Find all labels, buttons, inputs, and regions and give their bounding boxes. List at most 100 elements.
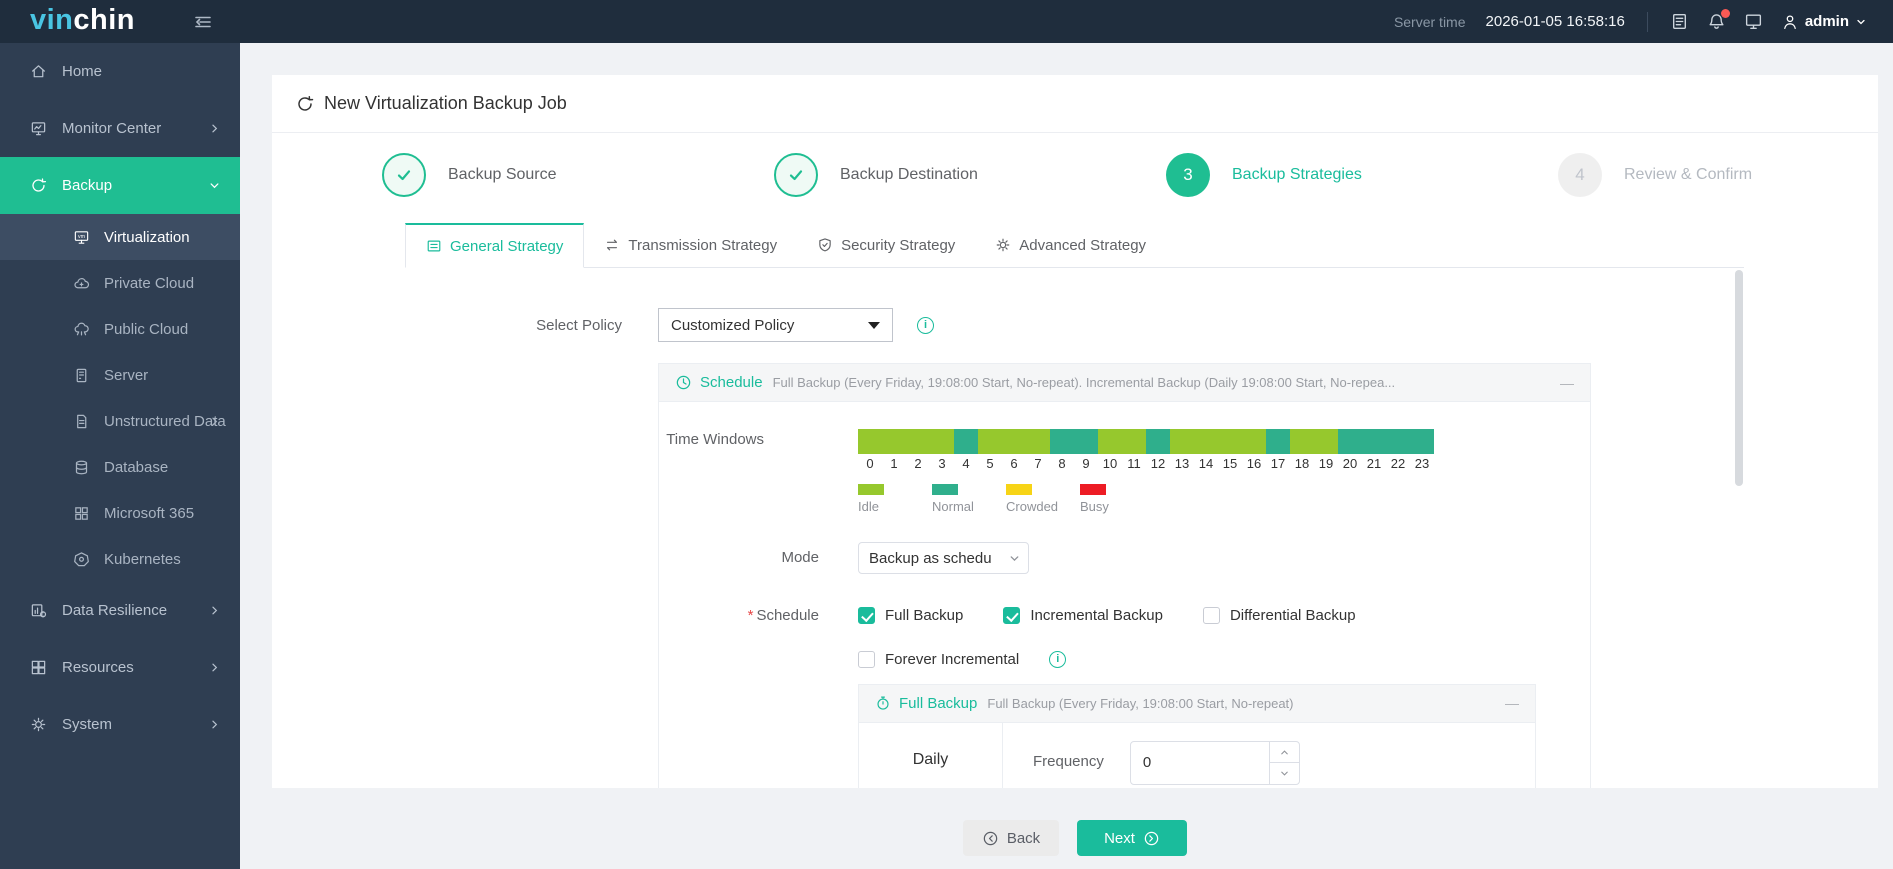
schedule-panel-title[interactable]: Schedule <box>700 374 763 391</box>
time-window-cell-11[interactable] <box>1122 429 1146 454</box>
number-spinner <box>1268 741 1299 784</box>
refresh-icon[interactable] <box>296 95 314 113</box>
sidebar-item-kubernetes[interactable]: Kubernetes <box>0 536 240 582</box>
page-title: New Virtualization Backup Job <box>324 93 567 113</box>
spinner-up-icon[interactable] <box>1269 742 1299 764</box>
sidebar-item-backup[interactable]: Backup <box>0 157 240 214</box>
checkbox-differential-backup[interactable] <box>1202 607 1220 625</box>
report-icon[interactable] <box>1670 12 1689 31</box>
collapse-panel-button[interactable]: — <box>1495 695 1519 711</box>
time-windows-control: 0 1 2 3 4 5 6 7 8 9 10 11 12 13 14 15 16 17 18 19 20 21 22 23 I… <box>858 429 1434 514</box>
time-window-cell-16[interactable] <box>1242 429 1266 454</box>
time-window-cell-13[interactable] <box>1170 429 1194 454</box>
step-number: 3 <box>1166 153 1210 197</box>
sidebar-item-home[interactable]: Home <box>0 43 240 100</box>
hour-tick-label: 8 <box>1058 456 1066 471</box>
time-window-cell-5[interactable] <box>978 429 1002 454</box>
hour-tick-label: 14 <box>1198 456 1214 471</box>
sidebar-item-database[interactable]: Database <box>0 444 240 490</box>
time-window-cell-17[interactable] <box>1266 429 1290 454</box>
scrollbar-thumb[interactable] <box>1735 270 1743 486</box>
checkbox-forever-incremental[interactable] <box>858 650 875 668</box>
strategy-form-scroll-area: Select Policy Customized Policy i Schedu… <box>405 268 1744 788</box>
display-icon[interactable] <box>1744 12 1763 31</box>
sidebar-item-server[interactable]: Server <box>0 352 240 398</box>
time-window-cell-1[interactable] <box>882 429 906 454</box>
time-window-cell-14[interactable] <box>1194 429 1218 454</box>
sidebar-item-monitor-center[interactable]: Monitor Center <box>0 100 240 157</box>
select-policy-dropdown[interactable]: Customized Policy <box>658 308 893 342</box>
option-forever-incremental[interactable]: Forever Incremental <box>858 650 1019 668</box>
hour-tick-label: 6 <box>1010 456 1018 471</box>
sidebar-item-label: Home <box>62 63 103 80</box>
time-window-cell-0[interactable] <box>858 429 882 454</box>
sidebar-item-public-cloud[interactable]: Public Cloud <box>0 306 240 352</box>
time-window-cell-12[interactable] <box>1146 429 1170 454</box>
frequency-value: 0 <box>1142 754 1152 772</box>
collapse-panel-button[interactable]: — <box>1550 375 1574 391</box>
frequency-label: Frequency <box>1033 752 1104 770</box>
option-differential-backup[interactable]: Differential Backup <box>1202 607 1356 625</box>
time-windows-row: Time Windows 0 1 2 3 4 5 6 7 8 9 10 11 12 13 14 15 16 17 1… <box>659 429 1590 514</box>
time-window-cell-2[interactable] <box>906 429 930 454</box>
full-backup-panel-body: Daily Frequency 0 <box>859 722 1535 788</box>
hour-tick-label: 5 <box>986 456 994 471</box>
spinner-down-icon[interactable] <box>1270 763 1299 784</box>
server-icon <box>73 367 90 384</box>
time-window-cell-18[interactable] <box>1290 429 1314 454</box>
sidebar-item-data-resilience[interactable]: Data Resilience <box>0 582 240 639</box>
sidebar-item-label: Virtualization <box>104 228 190 246</box>
sidebar-item-resources[interactable]: Resources <box>0 639 240 696</box>
sidebar-item-virtualization[interactable]: vm Virtualization <box>0 214 240 260</box>
frequency-input[interactable]: 0 <box>1129 740 1300 785</box>
time-window-cell-8[interactable] <box>1050 429 1074 454</box>
time-window-cell-4[interactable] <box>954 429 978 454</box>
user-menu[interactable]: admin <box>1781 13 1867 31</box>
option-incremental-backup[interactable]: Incremental Backup <box>1003 607 1163 625</box>
info-icon[interactable]: i <box>917 316 934 334</box>
public-cloud-icon <box>73 321 90 338</box>
checkbox-full-backup[interactable] <box>858 607 875 625</box>
time-window-cell-3[interactable] <box>930 429 954 454</box>
time-window-cell-21[interactable] <box>1362 429 1386 454</box>
sidebar-item-microsoft-365[interactable]: Microsoft 365 <box>0 490 240 536</box>
time-window-cell-22[interactable] <box>1386 429 1410 454</box>
resources-icon <box>30 659 47 676</box>
time-window-cell-7[interactable] <box>1026 429 1050 454</box>
legend-label: Normal <box>932 499 974 514</box>
time-window-cell-10[interactable] <box>1098 429 1122 454</box>
tab-security-strategy[interactable]: Security Strategy <box>797 223 975 267</box>
hour-tick-label: 4 <box>962 456 970 471</box>
sidebar-item-label: Resources <box>62 659 134 676</box>
time-window-cell-15[interactable] <box>1218 429 1242 454</box>
mode-select[interactable]: Backup as schedu <box>858 542 1029 574</box>
topbar: vinchin Server time 2026-01-05 16:58:16 … <box>0 0 1893 43</box>
step-backup-source: Backup Source <box>382 153 774 197</box>
tab-general-strategy[interactable]: General Strategy <box>405 223 585 268</box>
time-window-cell-20[interactable] <box>1338 429 1362 454</box>
chevron-right-icon <box>209 123 220 134</box>
time-window-cell-9[interactable] <box>1074 429 1098 454</box>
full-backup-panel-header: Full Backup Full Backup (Every Friday, 1… <box>859 684 1535 723</box>
step-label: Backup Source <box>448 166 557 183</box>
time-windows-hours: 0 1 2 3 4 5 6 7 8 9 10 11 12 13 14 15 16 17 18 19 20 21 22 23 <box>858 456 1434 471</box>
notification-bell-icon[interactable] <box>1707 9 1730 31</box>
back-button[interactable]: Back <box>963 820 1059 856</box>
vinchin-logo[interactable]: vinchin <box>0 4 135 39</box>
sidebar-item-private-cloud[interactable]: Private Cloud <box>0 260 240 306</box>
time-window-cell-19[interactable] <box>1314 429 1338 454</box>
sidebar-collapse-icon[interactable] <box>193 13 213 31</box>
hour-tick-label: 10 <box>1102 456 1118 471</box>
tab-transmission-strategy[interactable]: Transmission Strategy <box>584 223 797 267</box>
chevron-right-icon <box>209 416 220 427</box>
info-icon[interactable]: i <box>1049 650 1067 668</box>
checkbox-incremental-backup[interactable] <box>1003 607 1021 625</box>
next-button[interactable]: Next <box>1077 820 1187 856</box>
sidebar-item-system[interactable]: System <box>0 696 240 753</box>
time-window-cell-6[interactable] <box>1002 429 1026 454</box>
time-window-cell-23[interactable] <box>1410 429 1434 454</box>
sidebar-item-unstructured-data[interactable]: Unstructured Data <box>0 398 240 444</box>
option-full-backup[interactable]: Full Backup <box>858 607 963 625</box>
full-backup-panel-title[interactable]: Full Backup <box>899 695 977 712</box>
tab-advanced-strategy[interactable]: Advanced Strategy <box>975 223 1166 267</box>
